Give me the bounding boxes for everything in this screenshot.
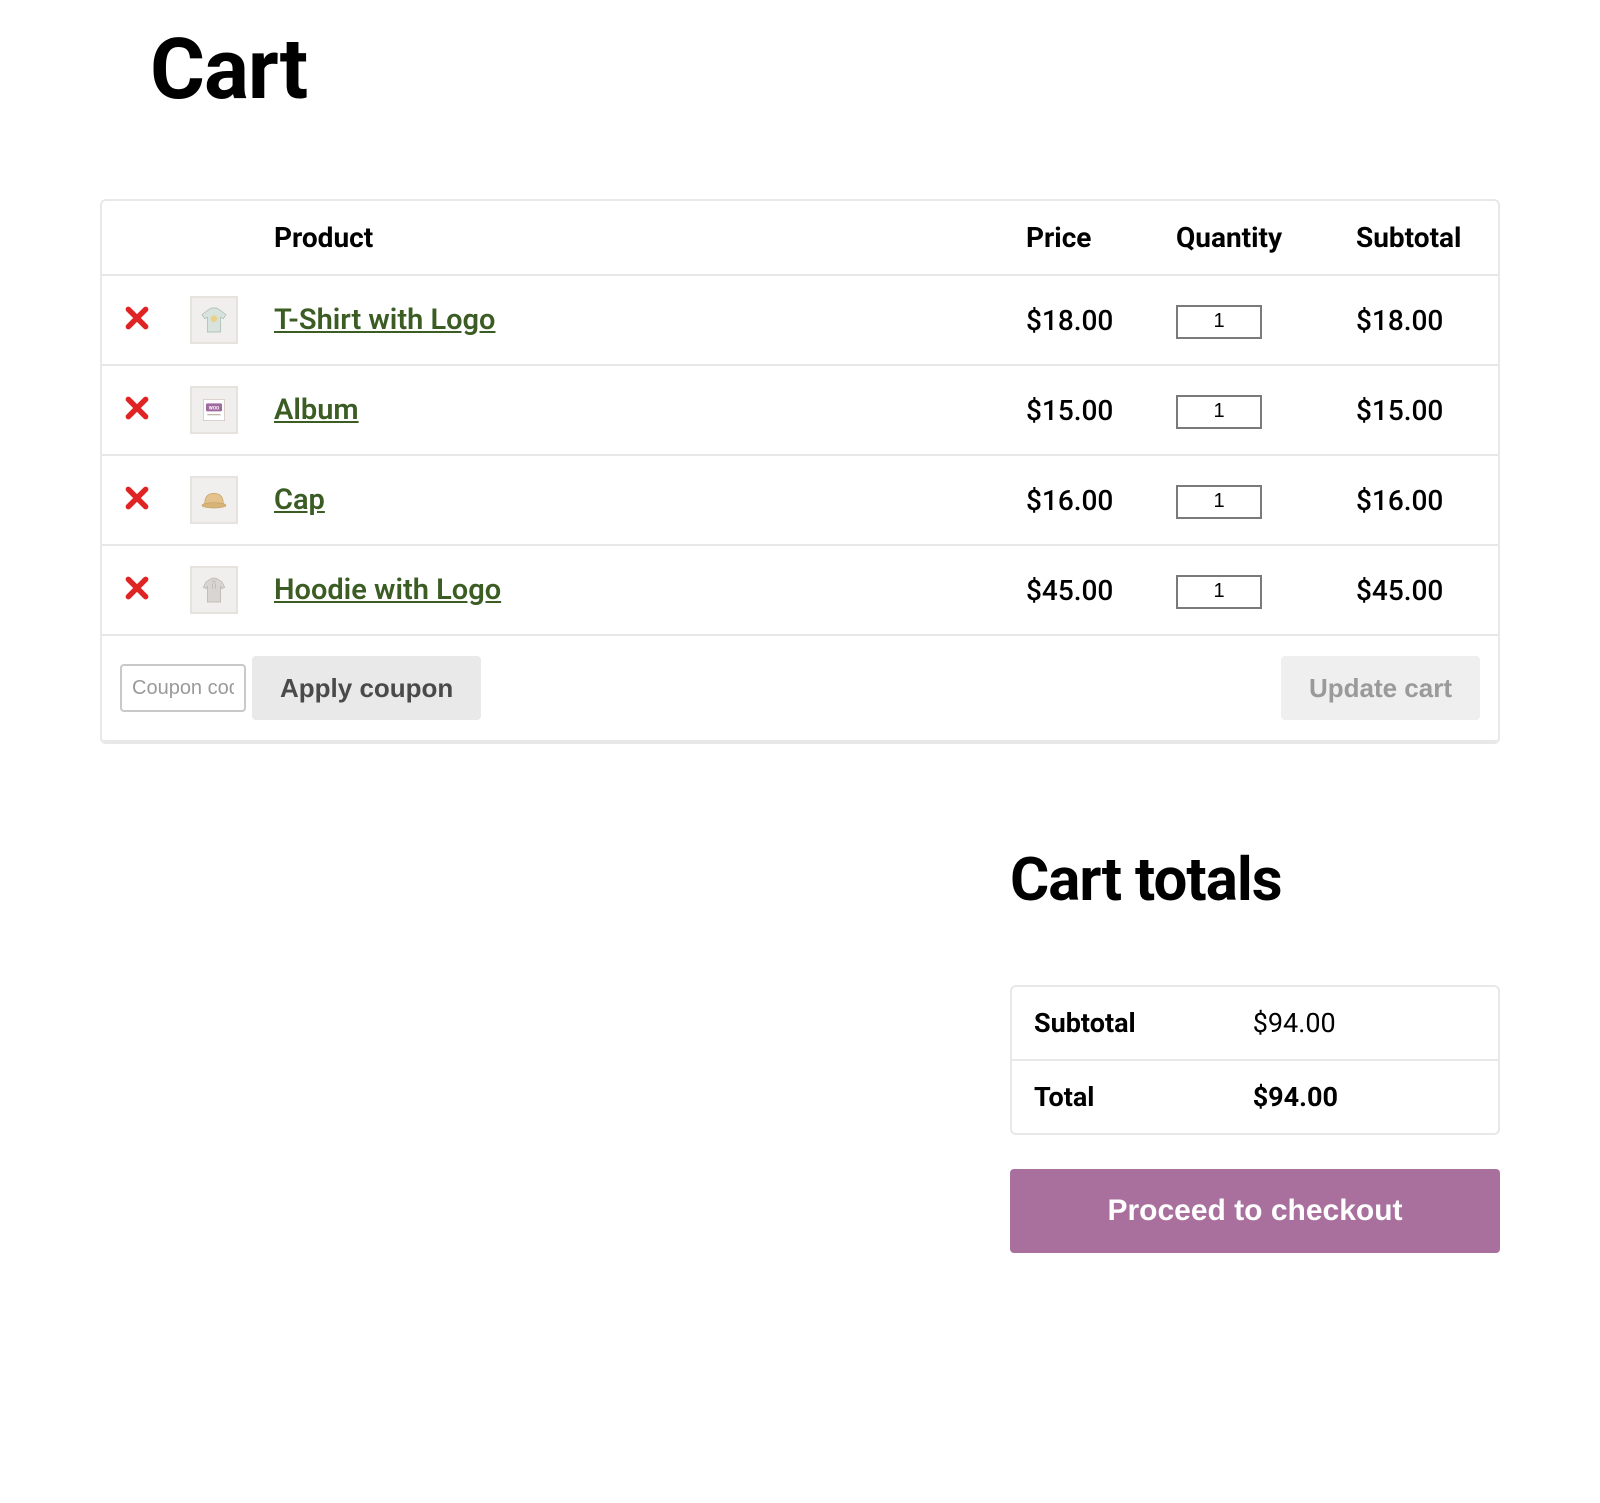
price-value: $45.00: [1008, 545, 1158, 635]
cart-totals-table: Subtotal $94.00 Total $94.00: [1010, 985, 1500, 1135]
cart-actions-row: Apply coupon Update cart: [102, 635, 1498, 741]
col-subtotal-header: Subtotal: [1338, 201, 1498, 275]
quantity-input[interactable]: [1176, 395, 1262, 429]
hoodie-icon: [198, 574, 230, 606]
col-remove-header: [102, 201, 172, 275]
remove-item-button[interactable]: [124, 303, 150, 337]
page-title: Cart: [150, 20, 1500, 119]
proceed-to-checkout-button[interactable]: Proceed to checkout: [1010, 1169, 1500, 1253]
coupon-code-input[interactable]: [120, 664, 246, 712]
subtotal-value: $45.00: [1338, 545, 1498, 635]
remove-item-button[interactable]: [124, 393, 150, 427]
price-value: $15.00: [1008, 365, 1158, 455]
table-row: Hoodie with Logo $45.00 $45.00: [102, 545, 1498, 635]
col-price-header: Price: [1008, 201, 1158, 275]
close-icon: [124, 305, 150, 331]
product-link[interactable]: Album: [274, 393, 359, 427]
subtotal-value: $15.00: [1338, 365, 1498, 455]
subtotal-label: Subtotal: [1012, 987, 1231, 1061]
subtotal-value: $18.00: [1338, 275, 1498, 365]
remove-item-button[interactable]: [124, 573, 150, 607]
product-link[interactable]: Cap: [274, 483, 325, 517]
apply-coupon-button[interactable]: Apply coupon: [252, 656, 481, 720]
subtotal-amount: $94.00: [1231, 987, 1498, 1061]
product-thumbnail[interactable]: WOO: [190, 386, 238, 434]
close-icon: [124, 395, 150, 421]
tshirt-icon: [198, 304, 230, 336]
album-icon: WOO: [198, 394, 230, 426]
close-icon: [124, 485, 150, 511]
col-product-header: Product: [256, 201, 1008, 275]
close-icon: [124, 575, 150, 601]
product-thumbnail[interactable]: [190, 566, 238, 614]
product-thumbnail[interactable]: [190, 476, 238, 524]
product-link[interactable]: T-Shirt with Logo: [274, 303, 495, 337]
cart-totals-section: Cart totals Subtotal $94.00 Total $94.00…: [1010, 844, 1500, 1253]
update-cart-button[interactable]: Update cart: [1281, 656, 1480, 720]
table-row: Cap $16.00 $16.00: [102, 455, 1498, 545]
price-value: $16.00: [1008, 455, 1158, 545]
product-link[interactable]: Hoodie with Logo: [274, 573, 501, 607]
quantity-input[interactable]: [1176, 485, 1262, 519]
table-row: T-Shirt with Logo $18.00 $18.00: [102, 275, 1498, 365]
total-label: Total: [1012, 1061, 1231, 1133]
cart-items-table: Product Price Quantity Subtotal: [100, 199, 1500, 744]
col-thumb-header: [172, 201, 256, 275]
col-quantity-header: Quantity: [1158, 201, 1338, 275]
price-value: $18.00: [1008, 275, 1158, 365]
cart-totals-title: Cart totals: [1010, 844, 1500, 915]
cap-icon: [198, 484, 230, 516]
quantity-input[interactable]: [1176, 575, 1262, 609]
total-amount: $94.00: [1231, 1061, 1498, 1133]
product-thumbnail[interactable]: [190, 296, 238, 344]
svg-text:WOO: WOO: [209, 405, 220, 411]
subtotal-value: $16.00: [1338, 455, 1498, 545]
remove-item-button[interactable]: [124, 483, 150, 517]
table-row: WOO Album $15.00 $15.00: [102, 365, 1498, 455]
quantity-input[interactable]: [1176, 305, 1262, 339]
